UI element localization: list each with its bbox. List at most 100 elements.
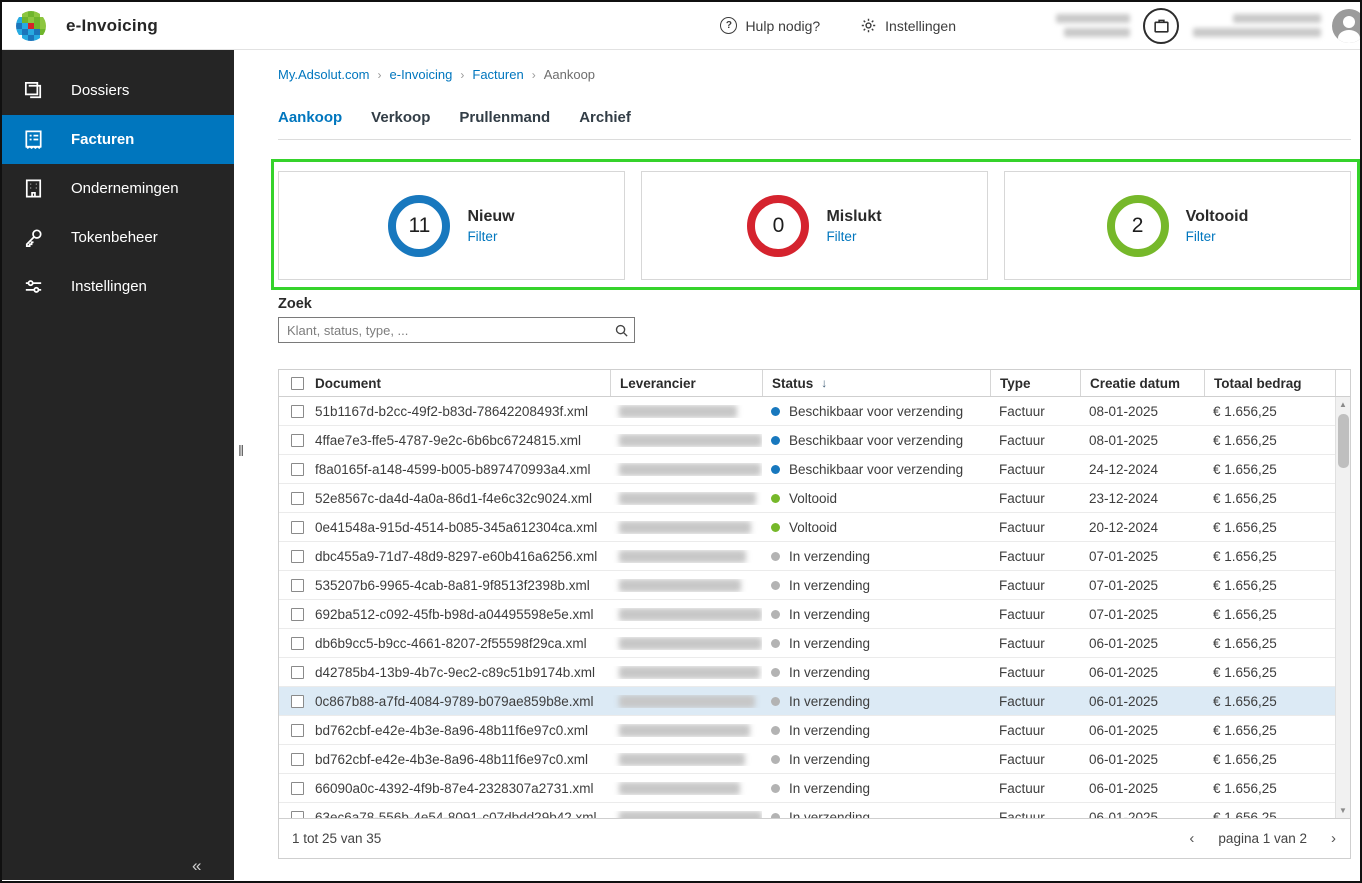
table-row[interactable]: 692ba512-c092-45fb-b98d-a04495598e5e.xml… <box>279 600 1335 629</box>
row-checkbox[interactable] <box>290 636 304 650</box>
column-header-creatie-datum[interactable]: Creatie datum <box>1080 370 1204 396</box>
table-row[interactable]: 0c867b88-a7fd-4084-9789-b079ae859b8e.xml… <box>279 687 1335 716</box>
card-label: Mislukt <box>826 207 882 225</box>
select-all-checkbox[interactable] <box>290 376 304 390</box>
row-checkbox[interactable] <box>290 404 304 418</box>
row-checkbox[interactable] <box>290 723 304 737</box>
table-row[interactable]: 66090a0c-4392-4f9b-87e4-2328307a2731.xml… <box>279 774 1335 803</box>
status-cell: Voltooid <box>762 491 990 506</box>
tab-archief[interactable]: Archief <box>579 109 631 126</box>
filter-link[interactable]: Filter <box>467 229 514 244</box>
row-checkbox[interactable] <box>290 607 304 621</box>
document-name: d42785b4-13b9-4b7c-9ec2-c89c51b9174b.xml <box>315 664 595 680</box>
search-icon[interactable] <box>608 323 634 338</box>
type-cell: Factuur <box>999 635 1045 651</box>
help-button[interactable]: ? Hulp nodig? <box>720 17 820 34</box>
document-name: 535207b6-9965-4cab-8a81-9f8513f2398b.xml <box>315 577 590 593</box>
sidebar-item-label: Dossiers <box>71 82 130 99</box>
row-checkbox[interactable] <box>290 578 304 592</box>
help-icon: ? <box>720 17 738 34</box>
search-input[interactable] <box>279 322 608 338</box>
building-icon <box>25 179 42 198</box>
sidebar-collapse-icon[interactable]: « <box>192 856 202 876</box>
panel-resize-handle[interactable]: ‖ <box>238 443 244 460</box>
user-info-redacted <box>1193 14 1321 37</box>
status-label: In verzending <box>789 635 871 651</box>
card-label: Nieuw <box>467 207 515 225</box>
tab-prullenmand[interactable]: Prullenmand <box>459 109 550 126</box>
sidebar-item-instellingen[interactable]: Instellingen <box>2 262 234 311</box>
supplier-redacted <box>619 723 750 737</box>
document-name: 0e41548a-915d-4514-b085-345a612304ca.xml <box>315 519 598 535</box>
settings-label: Instellingen <box>885 17 956 34</box>
breadcrumb-link[interactable]: My.Adsolut.com <box>278 67 370 82</box>
table-row[interactable]: 535207b6-9965-4cab-8a81-9f8513f2398b.xml… <box>279 571 1335 600</box>
row-checkbox[interactable] <box>290 491 304 505</box>
table-row[interactable]: bd762cbf-e42e-4b3e-8a96-48b11f6e97c0.xml… <box>279 716 1335 745</box>
row-checkbox[interactable] <box>290 462 304 476</box>
next-page-icon[interactable]: › <box>1331 830 1336 847</box>
supplier-redacted <box>619 607 762 621</box>
column-header-type[interactable]: Type <box>990 370 1080 396</box>
row-checkbox[interactable] <box>290 520 304 534</box>
breadcrumb-link[interactable]: Facturen <box>472 67 523 82</box>
sidebar-item-ondernemingen[interactable]: Ondernemingen <box>2 164 234 213</box>
row-checkbox[interactable] <box>290 433 304 447</box>
table-row[interactable]: f8a0165f-a148-4599-b005-b897470993a4.xml… <box>279 455 1335 484</box>
scroll-up-icon[interactable]: ▲ <box>1336 397 1350 412</box>
table-row[interactable]: bd762cbf-e42e-4b3e-8a96-48b11f6e97c0.xml… <box>279 745 1335 774</box>
tab-verkoop[interactable]: Verkoop <box>371 109 430 126</box>
table-row[interactable]: db6b9cc5-b9cc-4661-8207-2f55598f29ca.xml… <box>279 629 1335 658</box>
type-cell: Factuur <box>999 809 1045 819</box>
status-card-voltooid[interactable]: 2 Voltooid Filter <box>1004 171 1351 280</box>
sidebar-item-tokenbeheer[interactable]: Tokenbeheer <box>2 213 234 262</box>
table-row[interactable]: 63ec6a78-556b-4e54-8091-c07dbdd29b42.xml… <box>279 803 1335 818</box>
table-row[interactable]: d42785b4-13b9-4b7c-9ec2-c89c51b9174b.xml… <box>279 658 1335 687</box>
amount-cell: € 1.656,25 <box>1213 780 1277 796</box>
table-row[interactable]: 52e8567c-da4d-4a0a-86d1-f4e6c32c9024.xml… <box>279 484 1335 513</box>
table-row[interactable]: 4ffae7e3-ffe5-4787-9e2c-6b6bc6724815.xml… <box>279 426 1335 455</box>
column-header-totaal-bedrag[interactable]: Totaal bedrag <box>1204 370 1335 396</box>
row-checkbox[interactable] <box>290 752 304 766</box>
dossiers-icon <box>24 81 42 99</box>
breadcrumb-link[interactable]: e-Invoicing <box>390 67 453 82</box>
row-checkbox[interactable] <box>290 694 304 708</box>
date-cell: 08-01-2025 <box>1089 432 1159 448</box>
vertical-scrollbar[interactable]: ▲ ▼ <box>1335 397 1350 818</box>
row-checkbox[interactable] <box>290 665 304 679</box>
settings-button[interactable]: Instellingen <box>860 17 956 34</box>
type-cell: Factuur <box>999 519 1045 535</box>
date-cell: 08-01-2025 <box>1089 403 1159 419</box>
column-header-status[interactable]: Status ↓ <box>762 370 990 396</box>
status-label: In verzending <box>789 606 871 622</box>
scrollbar-thumb[interactable] <box>1338 414 1349 468</box>
row-checkbox[interactable] <box>290 549 304 563</box>
filter-link[interactable]: Filter <box>826 229 881 244</box>
status-card-nieuw[interactable]: 11 Nieuw Filter <box>278 171 625 280</box>
previous-page-icon[interactable]: ‹ <box>1189 830 1194 847</box>
sidebar-item-facturen[interactable]: Facturen <box>2 115 234 164</box>
dossier-switcher-button[interactable] <box>1143 7 1179 44</box>
status-card-mislukt[interactable]: 0 Mislukt Filter <box>641 171 988 280</box>
status-cell: In verzending <box>762 752 990 767</box>
filter-link[interactable]: Filter <box>1186 229 1249 244</box>
sidebar-item-dossiers[interactable]: Dossiers <box>2 66 234 115</box>
table-row[interactable]: 51b1167d-b2cc-49f2-b83d-78642208493f.xml… <box>279 397 1335 426</box>
table-row[interactable]: 0e41548a-915d-4514-b085-345a612304ca.xml… <box>279 513 1335 542</box>
row-checkbox[interactable] <box>290 781 304 795</box>
user-avatar[interactable] <box>1332 8 1360 43</box>
adsolut-logo-icon[interactable] <box>16 10 46 41</box>
supplier-redacted <box>619 636 762 650</box>
column-header-leverancier[interactable]: Leverancier <box>610 370 762 396</box>
supplier-redacted <box>619 520 751 534</box>
count-ring-mislukt: 0 <box>747 194 810 257</box>
column-header-document[interactable]: Document <box>315 370 610 396</box>
amount-cell: € 1.656,25 <box>1213 461 1277 477</box>
status-cell: In verzending <box>762 636 990 651</box>
row-checkbox[interactable] <box>290 810 304 818</box>
tab-aankoop[interactable]: Aankoop <box>278 109 342 126</box>
status-cell: Beschikbaar voor verzending <box>762 404 990 419</box>
status-dot-icon <box>771 725 780 735</box>
table-row[interactable]: dbc455a9-71d7-48d9-8297-e60b416a6256.xml… <box>279 542 1335 571</box>
scroll-down-icon[interactable]: ▼ <box>1336 803 1350 818</box>
